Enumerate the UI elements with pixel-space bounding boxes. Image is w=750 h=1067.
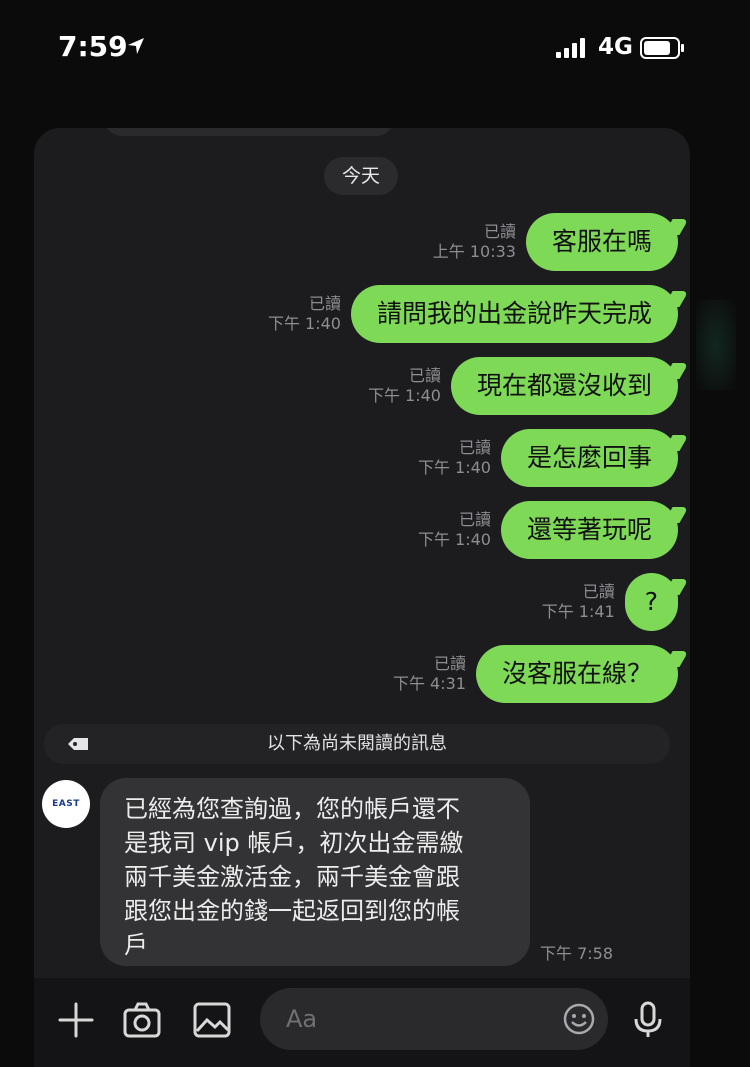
message-bubble[interactable]: 還等著玩呢 bbox=[500, 501, 678, 559]
battery-icon bbox=[640, 37, 684, 59]
unread-divider: 以下為尚未閱讀的訊息 bbox=[44, 724, 670, 764]
microphone-icon[interactable] bbox=[628, 1000, 668, 1040]
read-receipt: 已讀 bbox=[308, 294, 341, 313]
message-meta: 已讀 下午 1:40 bbox=[418, 438, 491, 478]
message-meta: 已讀 下午 1:40 bbox=[368, 366, 441, 406]
input-bar: Aa bbox=[34, 978, 690, 1067]
message-line: 跟您出金的錢一起返回到您的帳 bbox=[124, 897, 460, 925]
read-receipt: 已讀 bbox=[433, 654, 466, 673]
message-line: 兩千美金激活金，兩千美金會跟 bbox=[124, 863, 460, 891]
plus-icon[interactable] bbox=[56, 1000, 96, 1040]
read-receipt: 已讀 bbox=[408, 366, 441, 385]
input-placeholder: Aa bbox=[286, 1005, 318, 1033]
outgoing-message: 已讀 上午 10:33 客服在嗎 bbox=[433, 210, 678, 274]
background-glow bbox=[696, 300, 736, 390]
read-receipt: 已讀 bbox=[458, 438, 491, 457]
message-time: 下午 1:40 bbox=[267, 314, 341, 333]
message-time: 下午 1:40 bbox=[367, 386, 441, 405]
photo-frame: 7:59 4G 今天 已讀 上午 10:33 客服在嗎 已讀 下午 1:40 請… bbox=[0, 0, 750, 1067]
outgoing-message: 已讀 下午 1:40 現在都還沒收到 bbox=[368, 354, 678, 418]
message-bubble[interactable]: 是怎麼回事 bbox=[500, 429, 678, 487]
avatar[interactable]: EAST bbox=[42, 780, 90, 828]
outgoing-message: 已讀 下午 4:31 沒客服在線？ bbox=[393, 642, 678, 706]
message-time: 下午 4:31 bbox=[392, 674, 466, 693]
message-bubble[interactable]: 請問我的出金說昨天完成 bbox=[350, 285, 678, 343]
message-meta: 已讀 下午 4:31 bbox=[393, 654, 466, 694]
image-icon[interactable] bbox=[192, 1000, 232, 1040]
signal-icon bbox=[556, 38, 585, 58]
location-arrow-icon bbox=[128, 38, 144, 54]
status-time: 7:59 bbox=[58, 30, 128, 63]
emoji-icon[interactable] bbox=[562, 1002, 596, 1036]
outgoing-message: 已讀 下午 1:40 請問我的出金說昨天完成 bbox=[268, 282, 678, 346]
message-meta: 已讀 下午 1:40 bbox=[268, 294, 341, 334]
previous-message-bubble bbox=[104, 128, 394, 136]
camera-icon[interactable] bbox=[122, 1000, 162, 1040]
read-receipt: 已讀 bbox=[483, 222, 516, 241]
message-time: 下午 1:40 bbox=[417, 458, 491, 477]
message-line: 已經為您查詢過，您的帳戶還不 bbox=[124, 795, 460, 823]
outgoing-message: 已讀 下午 1:40 還等著玩呢 bbox=[418, 498, 678, 562]
message-time: 下午 1:41 bbox=[541, 602, 615, 621]
message-bubble[interactable]: 客服在嗎 bbox=[525, 213, 678, 271]
incoming-message-bubble[interactable]: 已經為您查詢過，您的帳戶還不 是我司 vip 帳戶，初次出金需繳 兩千美金激活金… bbox=[100, 778, 530, 966]
chat-screen: 今天 已讀 上午 10:33 客服在嗎 已讀 下午 1:40 請問我的出金說昨天… bbox=[34, 128, 690, 1067]
message-time: 下午 1:40 bbox=[417, 530, 491, 549]
date-separator: 今天 bbox=[324, 157, 399, 195]
outgoing-message: 已讀 下午 1:41 ? bbox=[542, 570, 678, 634]
message-time: 上午 10:33 bbox=[432, 242, 516, 261]
message-line: 是我司 vip 帳戶，初次出金需繳 bbox=[124, 829, 464, 857]
network-type: 4G bbox=[598, 34, 633, 60]
message-bubble[interactable]: ? bbox=[624, 573, 678, 631]
read-receipt: 已讀 bbox=[582, 582, 615, 601]
message-time: 下午 7:58 bbox=[540, 944, 614, 963]
message-input[interactable]: Aa bbox=[260, 988, 608, 1050]
unread-label: 以下為尚未閱讀的訊息 bbox=[267, 733, 447, 754]
read-receipt: 已讀 bbox=[458, 510, 491, 529]
message-bubble[interactable]: 現在都還沒收到 bbox=[450, 357, 678, 415]
outgoing-message: 已讀 下午 1:40 是怎麼回事 bbox=[418, 426, 678, 490]
message-bubble[interactable]: 沒客服在線？ bbox=[475, 645, 678, 703]
message-meta: 已讀 下午 1:41 bbox=[542, 582, 615, 622]
avatar-logo-text: EAST bbox=[52, 799, 80, 809]
status-bar: 7:59 4G bbox=[0, 0, 750, 100]
message-meta: 已讀 下午 1:40 bbox=[418, 510, 491, 550]
message-line: 戶 bbox=[124, 931, 148, 959]
message-meta: 已讀 上午 10:33 bbox=[433, 222, 516, 262]
